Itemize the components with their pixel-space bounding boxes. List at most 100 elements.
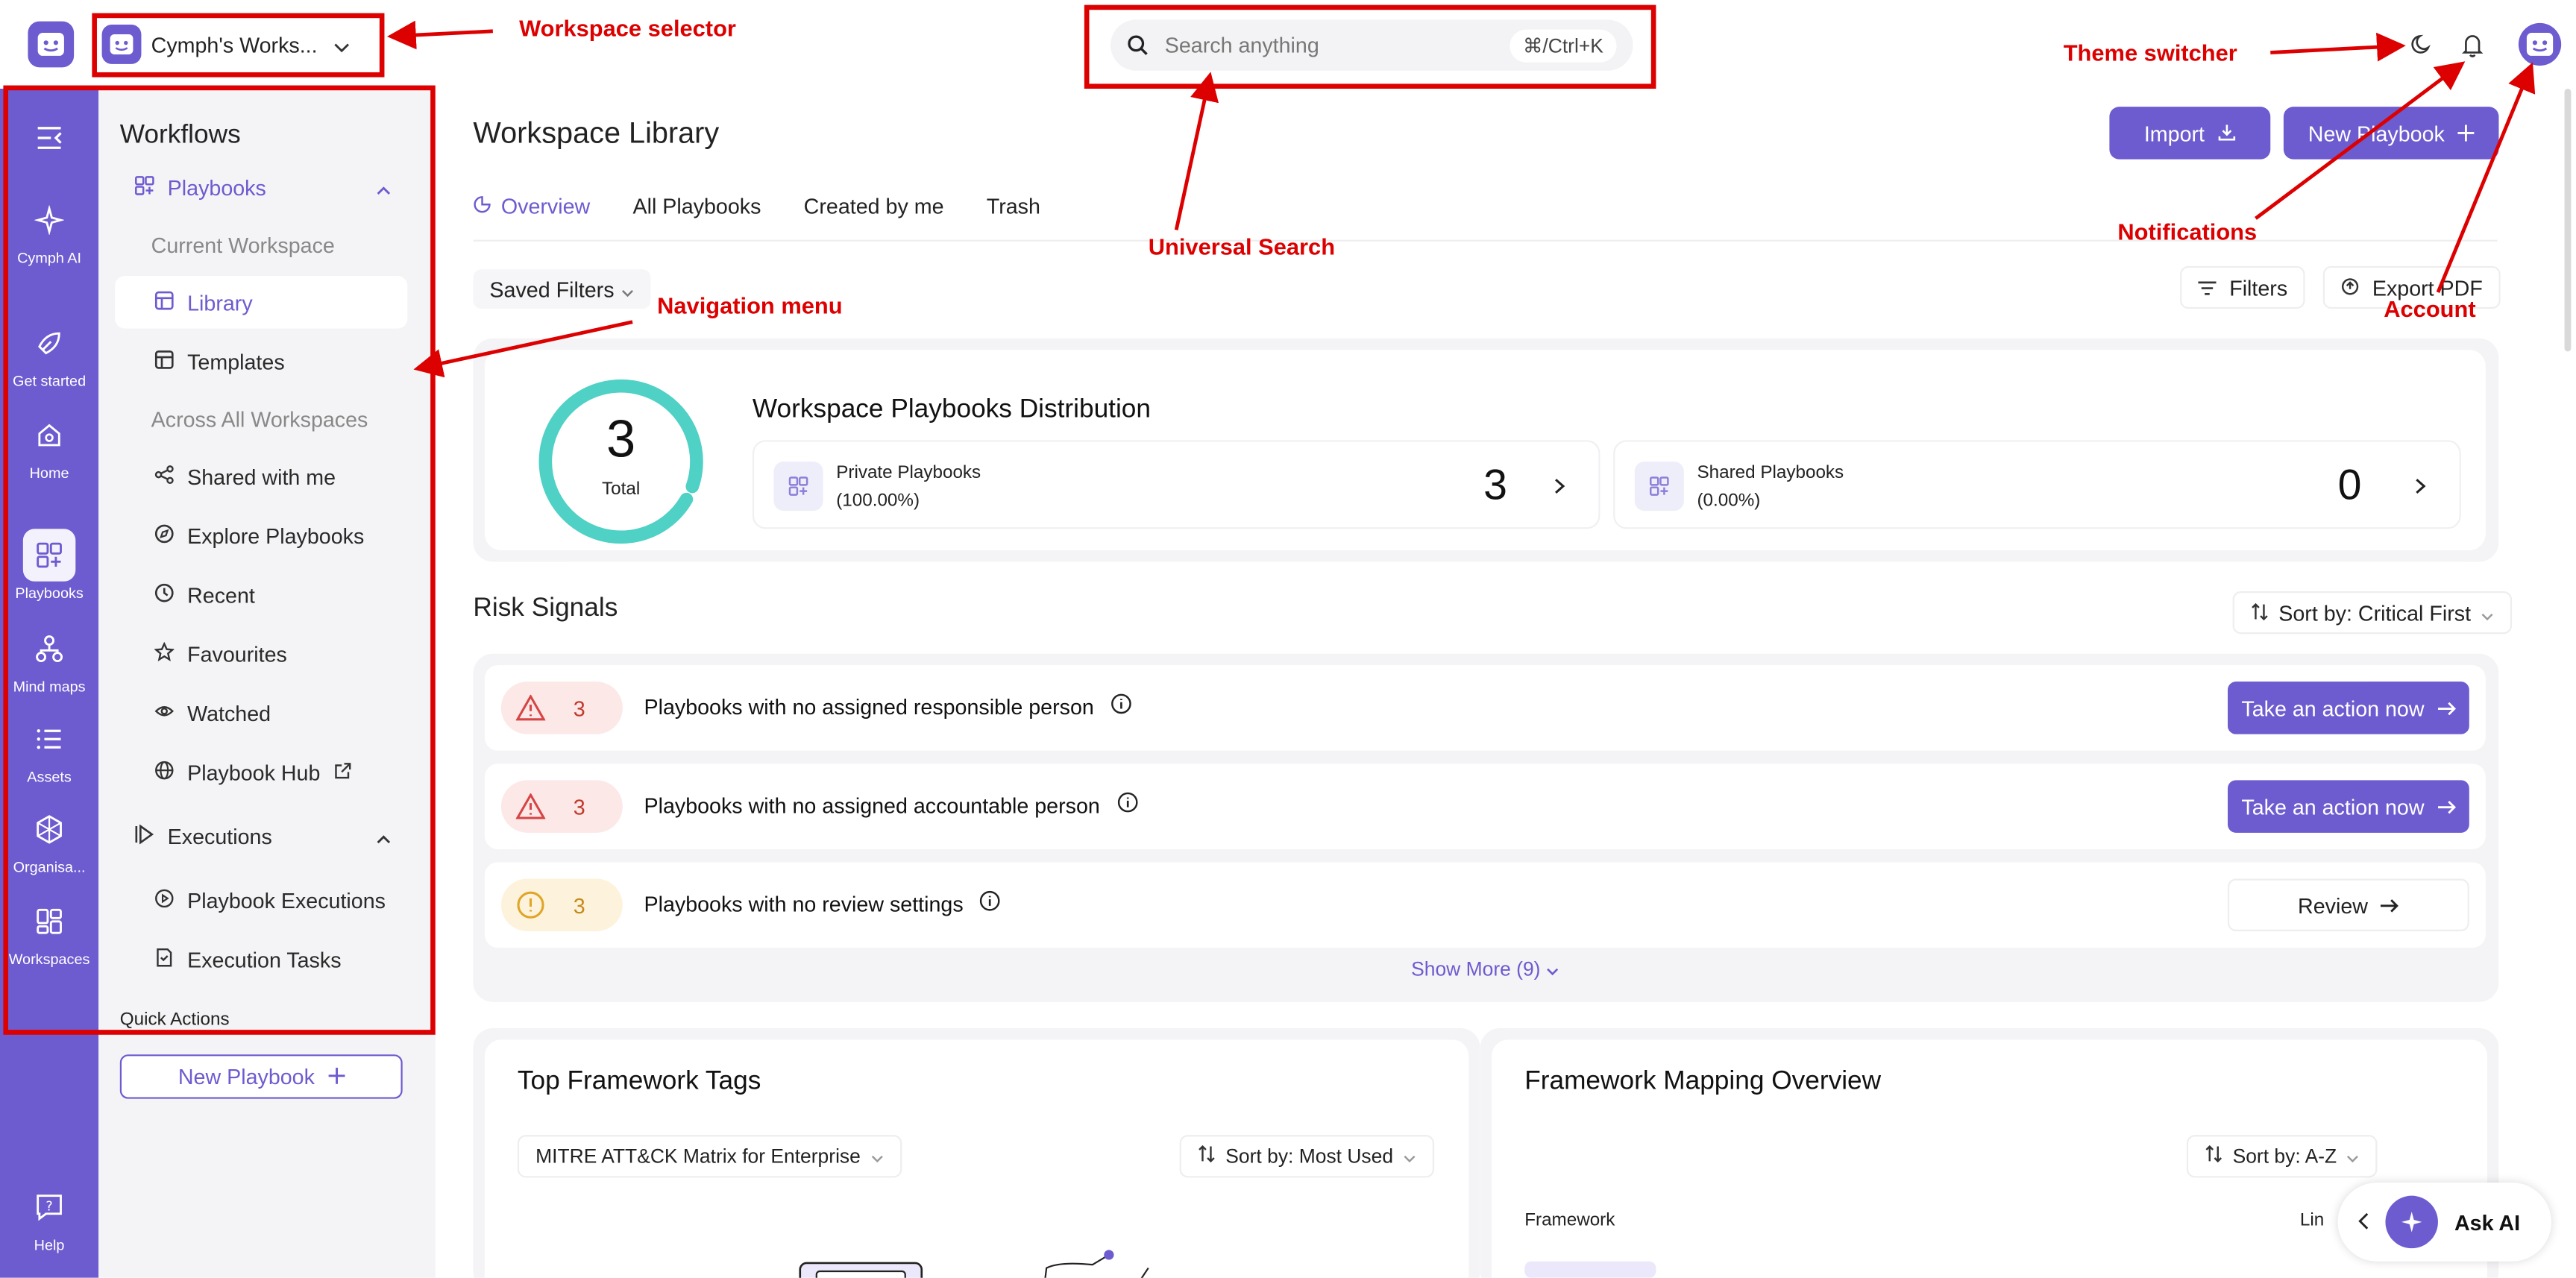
chevron-down-icon	[2346, 1145, 2360, 1168]
moon-icon[interactable]	[2405, 28, 2438, 60]
sparkle-icon	[2385, 1195, 2438, 1249]
chevron-down-icon	[1403, 1145, 1416, 1168]
button-label: Import	[2143, 120, 2205, 145]
select-value: MITRE ATT&CK Matrix for Enterprise	[535, 1145, 861, 1168]
info-icon[interactable]	[1110, 693, 1132, 720]
shared-count: 0	[2337, 459, 2362, 509]
info-circle-warning-icon	[511, 885, 550, 925]
help-icon: ?	[23, 1181, 75, 1233]
sidebar-new-playbook-button[interactable]: New Playbook	[119, 1054, 403, 1099]
risk-count-badge: 3	[500, 682, 623, 734]
tab-overview[interactable]: Overview	[473, 194, 590, 235]
risk-description: Playbooks with no review settings	[644, 890, 1001, 916]
risk-row: 3 Playbooks with no review settings Revi…	[484, 862, 2486, 948]
risk-row: 3 Playbooks with no assigned responsible…	[484, 665, 2486, 751]
filters-button[interactable]: Filters	[2180, 265, 2306, 309]
info-icon[interactable]	[1116, 792, 1138, 818]
risk-description: Playbooks with no assigned accountable p…	[644, 792, 1137, 818]
info-icon[interactable]	[980, 890, 1002, 916]
empty-state-illustration-icon	[799, 1250, 1149, 1278]
app-logo-icon[interactable]	[28, 21, 75, 68]
mapping-sort-dropdown[interactable]: Sort by: A-Z	[2186, 1135, 2378, 1178]
tab-label: Overview	[500, 193, 591, 218]
dropdown-label: Saved Filters	[489, 277, 615, 302]
tab-label: All Playbooks	[632, 193, 761, 218]
annotation-account: Account	[2384, 295, 2476, 322]
arrow-right-icon	[2381, 893, 2399, 917]
private-arrow-button[interactable]	[1539, 467, 1579, 506]
show-more-link[interactable]: Show More (9)	[473, 957, 2497, 980]
main-content: Workspace Library Import New Playbook Ov…	[436, 89, 2555, 1278]
shared-arrow-button[interactable]	[2400, 467, 2440, 506]
distribution-title: Workspace Playbooks Distribution	[752, 395, 1152, 424]
annotation-theme-switcher: Theme switcher	[2063, 39, 2237, 66]
framework-mapping-panel: Framework Mapping Overview Sort by: A-Z …	[1492, 1039, 2488, 1278]
button-label: Filters	[2229, 274, 2288, 300]
dropdown-label: Sort by: Most Used	[1225, 1145, 1394, 1168]
tab-all-playbooks[interactable]: All Playbooks	[632, 194, 761, 235]
export-icon	[2341, 275, 2359, 300]
annotation-notifications: Notifications	[2117, 218, 2258, 245]
risk-count-badge: 3	[500, 878, 623, 931]
shared-label: Shared Playbooks	[1697, 463, 1844, 483]
app-screen: Cymph's Works... Search anything ⌘/Ctrl+…	[0, 0, 2576, 1278]
tab-label: Trash	[986, 193, 1040, 218]
tab-trash[interactable]: Trash	[987, 194, 1040, 235]
matrix-select[interactable]: MITRE ATT&CK Matrix for Enterprise	[517, 1135, 902, 1178]
review-button[interactable]: Review	[2227, 878, 2469, 931]
pie-icon	[473, 194, 491, 218]
risk-text: Playbooks with no assigned responsible p…	[644, 693, 1094, 719]
private-label: Private Playbooks	[836, 463, 981, 483]
button-label: New Playbook	[178, 1064, 315, 1089]
svg-text:?: ?	[45, 1199, 52, 1214]
risk-text: Playbooks with no review settings	[644, 891, 964, 916]
import-button[interactable]: Import	[2109, 107, 2271, 160]
new-playbook-button[interactable]: New Playbook	[2283, 107, 2499, 160]
risk-row: 3 Playbooks with no assigned accountable…	[484, 764, 2486, 849]
annotation-box-navigation	[3, 85, 436, 1035]
arrow-right-icon	[2437, 794, 2456, 819]
warning-triangle-icon	[511, 688, 550, 728]
tab-bar: Overview All Playbooks Created by me Tra…	[473, 194, 1040, 235]
take-action-button[interactable]: Take an action now	[2227, 682, 2469, 734]
ask-ai-button[interactable]: Ask AI	[2337, 1183, 2551, 1262]
sort-icon	[2251, 600, 2269, 625]
bell-icon[interactable]	[2456, 28, 2489, 60]
page-scrollbar[interactable]	[2564, 88, 2572, 352]
risk-signals-title: Risk Signals	[473, 594, 618, 623]
chevron-down-icon	[1546, 957, 1559, 980]
distribution-card: 3 Total Workspace Playbooks Distribution…	[473, 338, 2499, 562]
tab-label: Created by me	[803, 193, 944, 218]
risk-count: 3	[573, 794, 585, 819]
tab-created-by-me[interactable]: Created by me	[804, 194, 944, 235]
framework-mapping-title: Framework Mapping Overview	[1524, 1067, 1882, 1096]
take-action-button[interactable]: Take an action now	[2227, 780, 2469, 833]
annotation-box-search	[1084, 4, 1656, 89]
framework-tags-panel: Top Framework Tags MITRE ATT&CK Matrix f…	[484, 1039, 1469, 1278]
private-count: 3	[1483, 459, 1508, 509]
account-avatar[interactable]	[2518, 22, 2562, 66]
dropdown-label: Sort by: Critical First	[2278, 600, 2472, 626]
saved-filters-dropdown[interactable]: Saved Filters	[473, 269, 651, 309]
donut-total-label: Total	[602, 479, 641, 500]
rail-item-help[interactable]: ? Help	[0, 1181, 98, 1253]
filter-icon	[2198, 275, 2217, 300]
risk-text: Playbooks with no assigned accountable p…	[644, 792, 1100, 817]
page-title: Workspace Library	[473, 116, 720, 150]
framework-tag-chip	[1524, 1261, 1656, 1278]
button-label: Take an action now	[2241, 695, 2425, 720]
risk-description: Playbooks with no assigned responsible p…	[644, 693, 1131, 720]
private-percent: (100.00%)	[836, 491, 920, 511]
framework-tags-card: Top Framework Tags MITRE ATT&CK Matrix f…	[473, 1027, 1480, 1278]
ask-ai-label: Ask AI	[2454, 1209, 2521, 1235]
shared-percent: (0.00%)	[1697, 491, 1761, 511]
risk-sort-dropdown[interactable]: Sort by: Critical First	[2232, 591, 2513, 635]
show-more-label: Show More (9)	[1411, 957, 1541, 981]
button-label: Review	[2298, 893, 2368, 918]
distribution-panel: 3 Total Workspace Playbooks Distribution…	[484, 350, 2486, 550]
private-playbooks-box: Private Playbooks (100.00%) 3	[752, 440, 1600, 529]
shared-text: Shared Playbooks (0.00%)	[1697, 460, 1844, 516]
tags-sort-dropdown[interactable]: Sort by: Most Used	[1179, 1135, 1435, 1178]
private-text: Private Playbooks (100.00%)	[836, 460, 981, 516]
col-framework: Framework	[1524, 1210, 1615, 1230]
